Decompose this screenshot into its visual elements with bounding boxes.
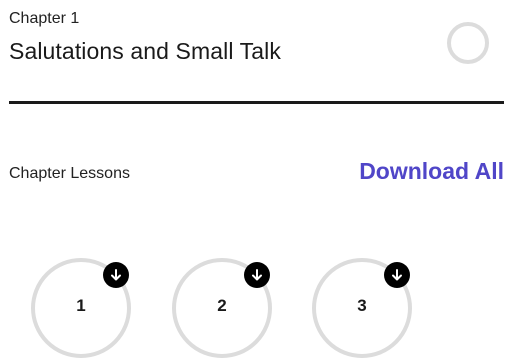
download-icon[interactable]: [244, 262, 270, 288]
lesson-item-1[interactable]: 1: [31, 258, 131, 358]
lesson-number: 3: [357, 296, 367, 315]
chapter-label: Chapter 1: [9, 10, 80, 27]
chapter-title: Salutations and Small Talk: [9, 38, 281, 64]
download-icon[interactable]: [103, 262, 129, 288]
lesson-item-3[interactable]: 3: [312, 258, 412, 358]
chapter-lessons-label: Chapter Lessons: [9, 165, 130, 182]
divider: [9, 101, 504, 104]
lesson-number: 2: [217, 296, 227, 315]
chapter-progress-circle[interactable]: [447, 22, 489, 64]
lesson-number: 1: [76, 296, 86, 315]
download-all-button[interactable]: Download All: [325, 158, 504, 185]
lesson-item-2[interactable]: 2: [172, 258, 272, 358]
download-icon[interactable]: [384, 262, 410, 288]
